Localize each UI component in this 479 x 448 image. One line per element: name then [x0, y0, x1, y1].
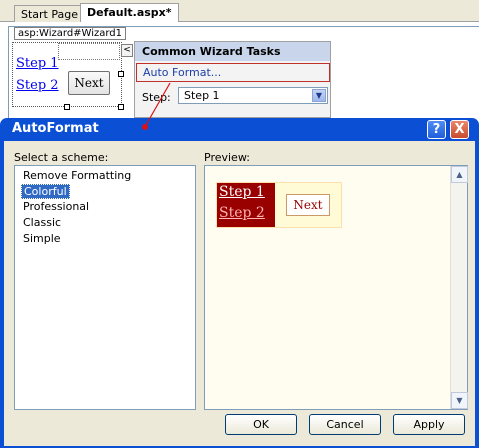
scheme-label: Select a scheme:: [14, 151, 109, 164]
scheme-item-colorful[interactable]: Colorful: [21, 184, 70, 199]
scheme-item-remove-formatting[interactable]: Remove Formatting: [21, 169, 133, 184]
scheme-item-simple[interactable]: Simple: [21, 232, 63, 247]
scheme-item-professional[interactable]: Professional: [21, 200, 91, 215]
preview-next-button: Next: [286, 194, 330, 216]
preview-scrollbar[interactable]: ▲ ▼: [450, 166, 468, 409]
apply-button[interactable]: Apply: [393, 414, 465, 435]
scheme-item-classic[interactable]: Classic: [21, 216, 63, 231]
cancel-button[interactable]: Cancel: [309, 414, 381, 435]
preview-step2-link: Step 2: [219, 205, 265, 221]
scheme-list[interactable]: Remove Formatting Colorful Professional …: [14, 165, 196, 410]
scroll-down-icon[interactable]: ▼: [451, 392, 468, 409]
preview-label: Preview:: [204, 151, 250, 164]
preview-step1-link: Step 1: [219, 184, 265, 200]
scroll-up-icon[interactable]: ▲: [451, 166, 468, 183]
ok-button[interactable]: OK: [225, 414, 297, 435]
